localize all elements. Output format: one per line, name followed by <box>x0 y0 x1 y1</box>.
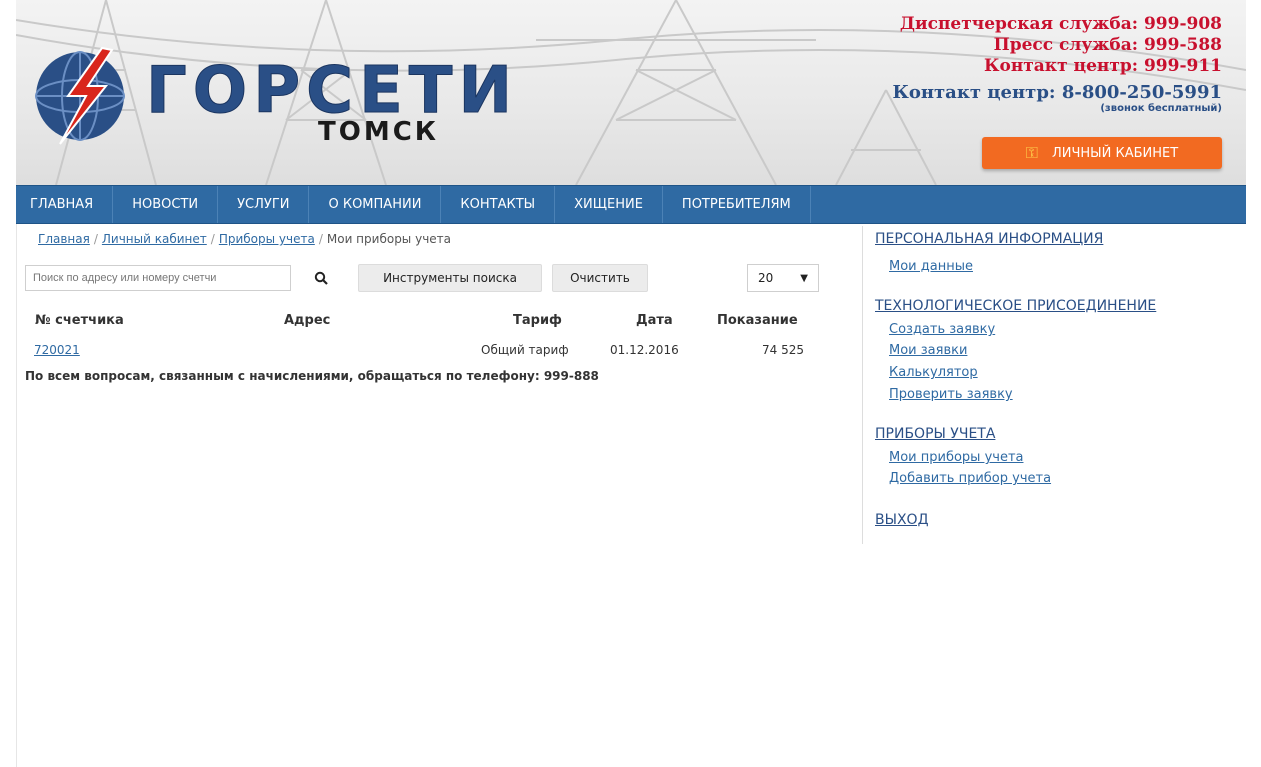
nav-item-services[interactable]: УСЛУГИ <box>218 186 310 223</box>
dispatch-phone: Диспетчерская служба: 999-908 <box>899 14 1222 34</box>
nav-item-theft[interactable]: ХИЩЕНИЕ <box>555 186 663 223</box>
free-contact-phone: Контакт центр: 8-800-250-5991 <box>892 82 1222 103</box>
press-phone: Пресс служба: 999-588 <box>993 35 1222 55</box>
nav-item-home[interactable]: ГЛАВНАЯ <box>16 186 114 223</box>
key-icon: ⚿ <box>1025 143 1038 162</box>
nav-item-about[interactable]: О КОМПАНИИ <box>309 186 442 223</box>
search-input[interactable] <box>25 265 291 291</box>
free-call-note: (звонок бесплатный) <box>1100 103 1222 114</box>
city-name: ТОМСК <box>318 117 439 144</box>
breadcrumb-cabinet[interactable]: Личный кабинет <box>102 232 207 246</box>
nav-item-news[interactable]: НОВОСТИ <box>113 186 219 223</box>
meter-number-link[interactable]: 720021 <box>34 343 80 357</box>
contact-block: Диспетчерская служба: 999-908 Пресс служ… <box>892 14 1222 114</box>
column-header-address: Адрес <box>284 313 331 328</box>
sidebar-link-my-meters[interactable]: Мои приборы учета <box>889 450 1023 465</box>
billing-notice: По всем вопросам, связанным с начисления… <box>25 369 599 383</box>
site-header: ГОРСЕТИ ТОМСК Диспетчерская служба: 999-… <box>16 0 1246 185</box>
sidebar-section-tech[interactable]: ТЕХНОЛОГИЧЕСКОЕ ПРИСОЕДИНЕНИЕ <box>875 298 1156 314</box>
sidebar-section-personal[interactable]: ПЕРСОНАЛЬНАЯ ИНФОРМАЦИЯ <box>875 231 1103 247</box>
sidebar-link-create-request[interactable]: Создать заявку <box>889 322 995 337</box>
nav-item-consumers[interactable]: ПОТРЕБИТЕЛЯМ <box>663 186 811 223</box>
breadcrumb-home[interactable]: Главная <box>38 232 90 246</box>
page-size-value: 20 <box>758 271 774 285</box>
page-left-edge <box>0 0 17 767</box>
brand-city: ТОМСК <box>318 117 439 144</box>
contact-center-phone: Контакт центр: 999-911 <box>984 56 1222 76</box>
column-header-date: Дата <box>636 313 673 328</box>
main-nav: ГЛАВНАЯ НОВОСТИ УСЛУГИ О КОМПАНИИ КОНТАК… <box>16 185 1246 224</box>
clear-button[interactable]: Очистить <box>552 264 648 292</box>
account-sidebar: ПЕРСОНАЛЬНАЯ ИНФОРМАЦИЯ Мои данные ТЕХНО… <box>862 226 1243 544</box>
brand-name: ГОРСЕТИ <box>146 58 518 120</box>
page-size-select[interactable]: 20 ▼ <box>747 264 819 292</box>
brand-logo: ГОРСЕТИ <box>146 58 518 120</box>
sidebar-section-meters[interactable]: ПРИБОРЫ УЧЕТА <box>875 426 995 442</box>
column-header-reading: Показание <box>717 313 798 328</box>
sidebar-link-my-data[interactable]: Мои данные <box>889 259 973 274</box>
lightning-globe-logo-icon <box>35 46 125 145</box>
cabinet-button-label: ЛИЧНЫЙ КАБИНЕТ <box>1051 145 1179 161</box>
sidebar-link-calculator[interactable]: Калькулятор <box>889 365 978 380</box>
sidebar-link-add-meter[interactable]: Добавить прибор учета <box>889 471 1051 486</box>
column-header-meter: № счетчика <box>35 313 124 328</box>
nav-item-contacts[interactable]: КОНТАКТЫ <box>441 186 556 223</box>
search-icon <box>314 271 328 285</box>
breadcrumb-separator: / <box>318 232 323 246</box>
date-cell: 01.12.2016 <box>610 343 679 357</box>
sidebar-link-my-requests[interactable]: Мои заявки <box>889 343 967 358</box>
chevron-down-icon: ▼ <box>800 272 808 284</box>
search-tools-button[interactable]: Инструменты поиска <box>358 264 542 292</box>
sidebar-logout[interactable]: ВЫХОД <box>875 512 929 528</box>
sidebar-link-check-request[interactable]: Проверить заявку <box>889 387 1013 402</box>
reading-cell: 74 525 <box>762 343 804 357</box>
tariff-cell: Общий тариф <box>481 343 569 357</box>
search-button[interactable] <box>300 264 342 292</box>
personal-cabinet-button[interactable]: ⚿ ЛИЧНЫЙ КАБИНЕТ <box>982 137 1222 169</box>
breadcrumb-separator: / <box>93 232 98 246</box>
column-header-tariff: Тариф <box>513 313 562 328</box>
breadcrumb-current: Мои приборы учета <box>326 232 452 246</box>
breadcrumb-separator: / <box>210 232 215 246</box>
breadcrumb-meters[interactable]: Приборы учета <box>219 232 315 246</box>
breadcrumb: Главная / Личный кабинет / Приборы учета / Мои… <box>38 232 451 246</box>
